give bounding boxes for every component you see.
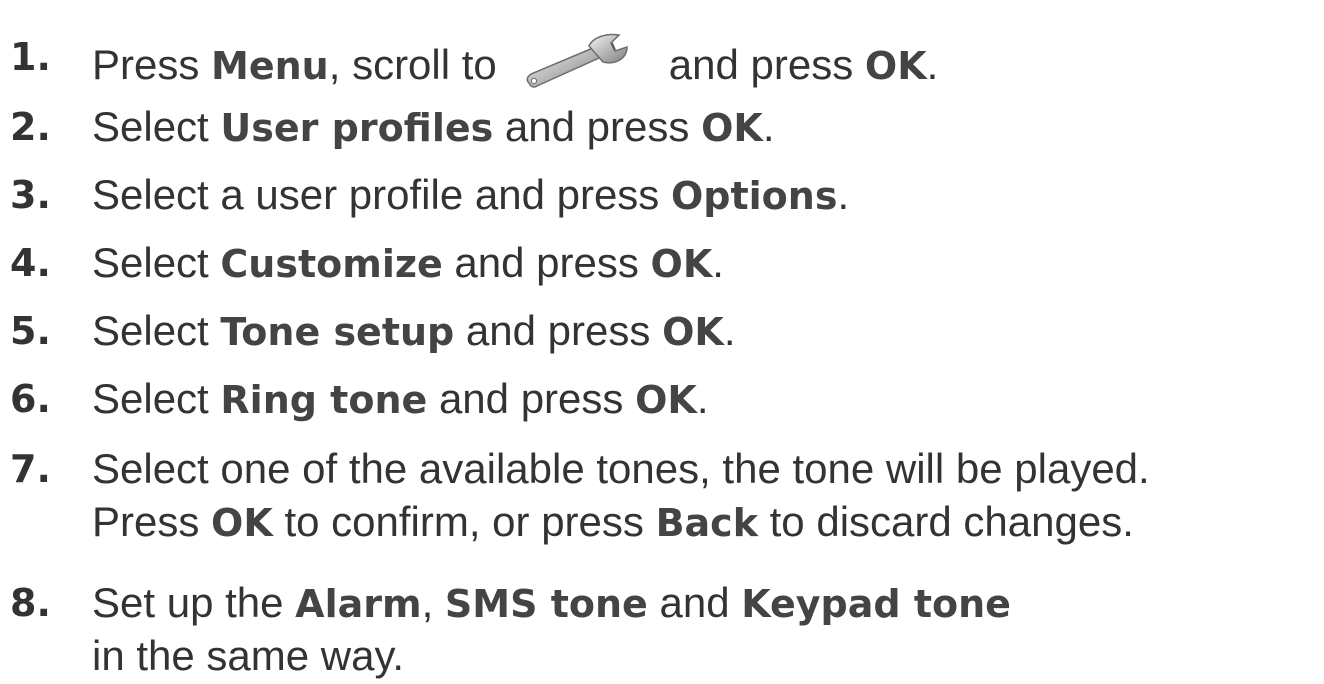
step-text-run: to confirm, or press: [272, 498, 656, 545]
bold-term: Customize: [220, 242, 443, 286]
step-text-run: and press: [668, 41, 865, 88]
step-text: Select Ring tone and press OK.: [92, 373, 709, 426]
step-text-run: .: [762, 103, 775, 150]
step-text-line: Set up the Alarm, SMS tone and Keypad to…: [92, 577, 1011, 630]
step-text-run: Select a user profile and press: [92, 171, 671, 218]
bold-term: Keypad tone: [741, 582, 1011, 626]
step-text-line: Press OK to confirm, or press Back to di…: [92, 496, 1134, 549]
step-text: Select User profiles and press OK.: [92, 101, 774, 154]
bold-term: Tone setup: [220, 310, 455, 354]
step-number: 6.: [10, 377, 51, 421]
step-text-run: .: [723, 307, 736, 354]
bold-term: Options: [670, 174, 838, 218]
step-number: 4.: [10, 241, 51, 285]
step-number: 2.: [10, 105, 51, 149]
step-text-run: in the same way.: [92, 632, 405, 679]
bold-term: SMS tone: [444, 582, 648, 626]
step-text-run: .: [926, 41, 939, 88]
instruction-steps: 1. Press Menu, scroll to and press OK. 2. Se…: [0, 0, 1324, 684]
step-text-run: and press: [493, 103, 702, 150]
step-text-run: and press: [427, 375, 636, 422]
step-number: 8.: [10, 581, 51, 625]
step-text-run: and press: [454, 307, 663, 354]
wrench-icon: [526, 33, 628, 88]
step-text: Press Menu, scroll to and press OK.: [92, 31, 938, 93]
step-text-run: to discard changes.: [757, 498, 1134, 545]
bold-term: OK: [635, 378, 697, 422]
step-text: Select Tone setup and press OK.: [92, 305, 735, 358]
step-number: 3.: [10, 173, 51, 217]
step-text-run: Select one of the available tones, the t…: [92, 445, 1150, 492]
step-text-run: .: [837, 171, 850, 218]
bold-term: Alarm: [295, 582, 422, 626]
bold-term: OK: [662, 310, 724, 354]
bold-term: User profiles: [220, 106, 494, 150]
bold-term: Back: [655, 501, 758, 545]
step-text: Select Customize and press OK.: [92, 237, 724, 290]
step-text-run: Select: [92, 103, 221, 150]
step-text-run: , scroll to: [328, 41, 497, 88]
step-number: 7.: [10, 447, 51, 491]
step-text-run: Press: [92, 41, 212, 88]
bold-term: OK: [864, 44, 927, 88]
bold-term: OK: [701, 106, 763, 150]
step-text-run: Select: [92, 307, 221, 354]
step-text-run: and: [647, 579, 742, 626]
step-text-run: and press: [442, 239, 651, 286]
bold-term: OK: [650, 242, 713, 286]
step-text-line: in the same way.: [92, 630, 404, 682]
step-text-run: .: [712, 239, 724, 286]
step-text-run: Select: [92, 375, 221, 422]
step-text-run: Set up the: [92, 579, 296, 626]
step-text-line: Select one of the available tones, the t…: [92, 443, 1150, 495]
step-text: Select a user profile and press Options.: [92, 169, 849, 222]
bold-term: Ring tone: [220, 378, 428, 422]
step-text-run: Press: [92, 498, 212, 545]
step-text-run: Select: [92, 239, 221, 286]
step-text-run: ,: [421, 579, 445, 626]
step-text-run: .: [696, 375, 709, 422]
bold-term: Menu: [211, 44, 329, 88]
step-number: 5.: [10, 309, 51, 353]
step-number: 1.: [10, 35, 51, 79]
bold-term: OK: [211, 501, 273, 545]
